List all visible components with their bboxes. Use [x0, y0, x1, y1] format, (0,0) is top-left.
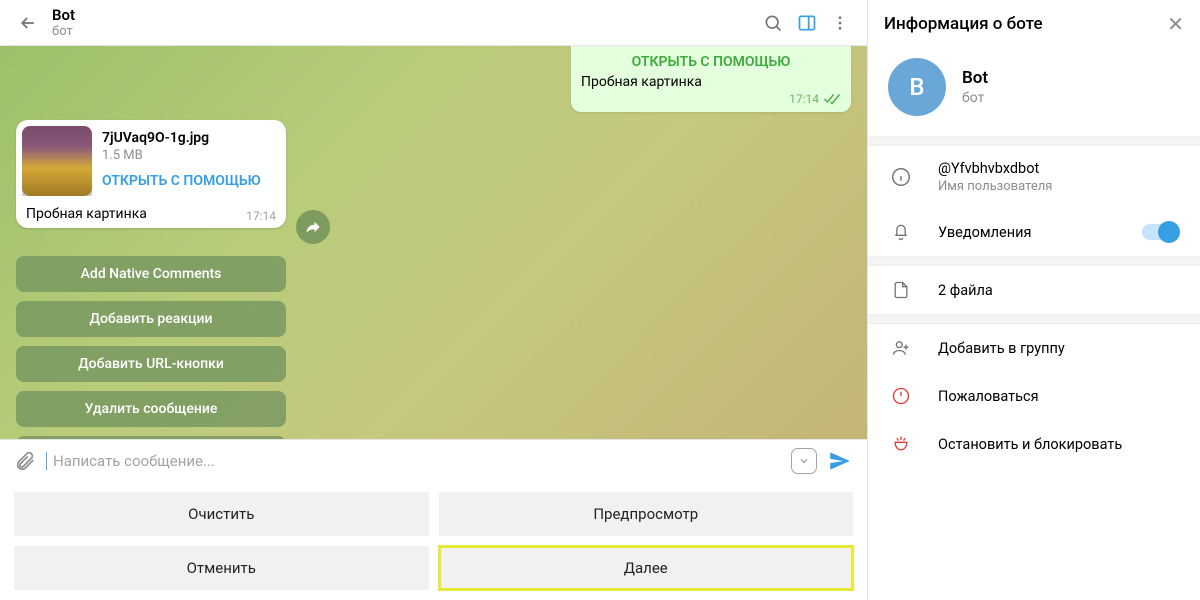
profile-name: Bot [962, 68, 988, 88]
sidebar-toggle-icon[interactable] [797, 13, 817, 33]
username-value: @Yfvbhvbxdbot [938, 160, 1039, 177]
add-to-group-label: Добавить в группу [938, 340, 1178, 357]
info-sidebar: Информация о боте ✕ В Bot бот @Yfvbhvbxd… [868, 0, 1200, 600]
files-item[interactable]: 2 файла [868, 266, 1200, 314]
message-time: 17:14 [789, 92, 819, 106]
cancel-button[interactable]: Отменить [14, 546, 429, 590]
attach-icon[interactable] [14, 450, 36, 472]
add-comments-button[interactable]: Add Native Comments [16, 256, 286, 292]
chat-subtitle: бот [52, 24, 763, 39]
clear-button[interactable]: Очистить [14, 492, 429, 536]
block-item[interactable]: Остановить и блокировать [868, 420, 1200, 468]
avatar: В [888, 58, 946, 116]
message-outgoing[interactable]: ОТКРЫТЬ С ПОМОЩЬЮ Пробная картинка 17:14 [571, 46, 851, 112]
alert-icon [890, 386, 912, 406]
profile-row[interactable]: В Bot бот [868, 48, 1200, 136]
username-label: Имя пользователя [938, 179, 1178, 194]
send-button[interactable] [827, 448, 853, 474]
chat-header: Bot бот [0, 0, 867, 46]
file-thumbnail[interactable] [22, 126, 92, 196]
report-label: Пожаловаться [938, 388, 1178, 405]
forward-button[interactable] [296, 210, 330, 244]
chat-title: Bot [52, 6, 763, 24]
emoji-picker-button[interactable] [791, 448, 817, 474]
back-button[interactable] [10, 5, 46, 41]
read-ticks-icon [823, 93, 841, 105]
bell-icon [890, 222, 912, 242]
search-icon[interactable] [763, 13, 783, 33]
files-label: 2 файла [938, 282, 1178, 299]
info-icon [890, 166, 912, 188]
message-caption: Пробная картинка [581, 74, 841, 90]
add-user-icon [890, 338, 912, 358]
notifications-toggle[interactable] [1142, 224, 1178, 240]
notifications-item[interactable]: Уведомления [868, 208, 1200, 256]
sidebar-title: Информация о боте [884, 14, 1043, 34]
chat-title-group[interactable]: Bot бот [52, 6, 763, 39]
message-composer [0, 439, 867, 482]
message-time: 17:14 [246, 209, 276, 223]
message-input[interactable] [46, 452, 781, 470]
block-label: Остановить и блокировать [938, 436, 1178, 453]
add-url-buttons-button[interactable]: Добавить URL-кнопки [16, 346, 286, 382]
delete-message-button[interactable]: Удалить сообщение [16, 391, 286, 427]
close-icon[interactable]: ✕ [1167, 12, 1184, 36]
message-incoming[interactable]: 7jUVaq9O-1g.jpg 1.5 MB ОТКРЫТЬ С ПОМОЩЬЮ… [16, 120, 286, 228]
notification-toggle-button[interactable]: Уведомление: вкл. [16, 436, 286, 439]
preview-button[interactable]: Предпросмотр [439, 492, 854, 536]
block-icon [890, 434, 912, 454]
open-with-link[interactable]: ОТКРЫТЬ С ПОМОЩЬЮ [581, 54, 841, 70]
profile-type: бот [962, 90, 988, 106]
add-to-group-item[interactable]: Добавить в группу [868, 324, 1200, 372]
more-icon[interactable] [831, 14, 849, 32]
file-name: 7jUVaq9O-1g.jpg [102, 130, 280, 146]
username-item[interactable]: @Yfvbhvbxdbot Имя пользователя [868, 146, 1200, 208]
file-size: 1.5 MB [102, 148, 280, 163]
next-button[interactable]: Далее [439, 546, 854, 590]
notifications-label: Уведомления [938, 224, 1116, 241]
add-reactions-button[interactable]: Добавить реакции [16, 301, 286, 337]
chat-area: ОТКРЫТЬ С ПОМОЩЬЮ Пробная картинка 17:14… [0, 46, 867, 439]
open-with-link[interactable]: ОТКРЫТЬ С ПОМОЩЬЮ [102, 173, 280, 189]
file-icon [890, 280, 912, 300]
report-item[interactable]: Пожаловаться [868, 372, 1200, 420]
